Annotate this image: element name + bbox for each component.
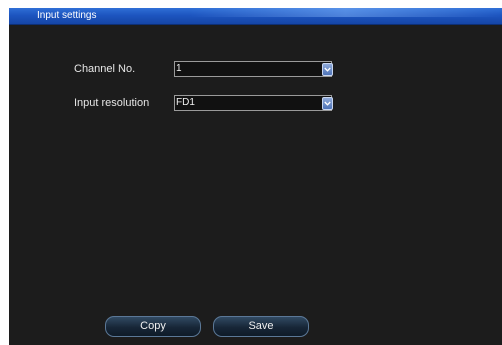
- save-button[interactable]: Save: [213, 316, 309, 337]
- input-resolution-value: FD1: [176, 97, 195, 108]
- channel-no-dropdown-button[interactable]: [322, 63, 333, 76]
- window-title: Input settings: [37, 10, 97, 21]
- input-resolution-label: Input resolution: [74, 97, 150, 109]
- chevron-down-icon: [324, 101, 331, 106]
- chevron-down-icon: [324, 67, 331, 72]
- input-resolution-select[interactable]: FD1: [174, 95, 332, 111]
- copy-button[interactable]: Copy: [105, 316, 201, 337]
- channel-no-label: Channel No.: [74, 63, 136, 75]
- input-settings-window: Input settings Channel No. 1 Input resol…: [9, 8, 502, 345]
- input-resolution-dropdown-button[interactable]: [322, 97, 333, 110]
- title-bar-highlight: [189, 8, 502, 17]
- save-button-label: Save: [248, 320, 274, 332]
- copy-button-label: Copy: [140, 320, 166, 332]
- channel-no-value: 1: [176, 63, 182, 74]
- channel-no-select[interactable]: 1: [174, 61, 332, 77]
- title-bar: Input settings: [9, 8, 502, 25]
